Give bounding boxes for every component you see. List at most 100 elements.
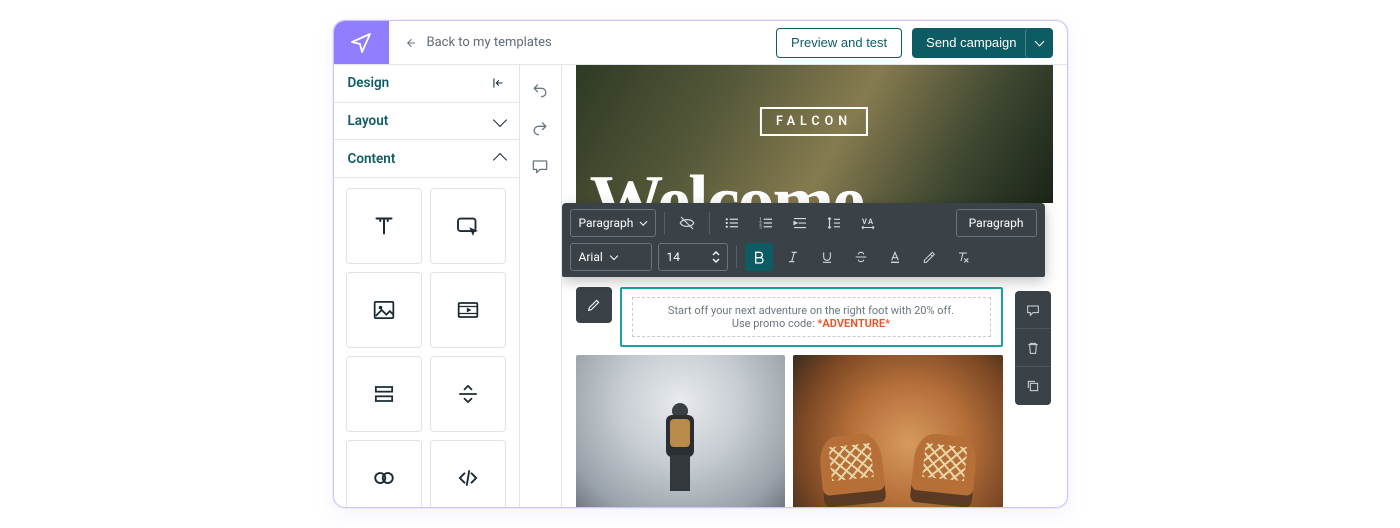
app-frame: Back to my templates Preview and test Se… [333,20,1068,508]
app-logo[interactable] [334,21,389,64]
text-color-button[interactable] [881,243,909,271]
panel-content[interactable]: Content [334,140,519,178]
indent-icon [791,214,809,232]
image-left[interactable] [576,355,786,507]
promo-code: *ADVENTURE* [817,317,890,330]
block-comment-button[interactable] [1015,291,1051,329]
content-blocks-grid [334,178,519,507]
block-spacer[interactable] [346,356,422,432]
top-header: Back to my templates Preview and test Se… [334,21,1067,65]
select-value: Arial [579,250,603,264]
comments-button[interactable] [525,151,555,181]
image-row [576,355,1003,507]
list-ol-icon: 123 [757,214,775,232]
send-icon [349,31,373,55]
svg-text:A: A [868,217,874,226]
visibility-button[interactable] [673,209,701,237]
edit-block-button[interactable] [576,287,612,323]
letter-spacing-button[interactable]: VA [854,209,882,237]
panel-layout[interactable]: Layout [334,103,519,141]
app-body: Design Layout Content [334,65,1067,507]
spacer-icon [370,380,398,408]
back-label: Back to my templates [427,35,552,50]
boot-illustration [818,432,887,507]
history-column [520,65,562,507]
chevron-down-icon [492,113,506,127]
text-editor-toolbar: Paragraph 123 [562,203,1045,277]
block-social[interactable] [346,440,422,507]
underline-icon [819,249,835,265]
select-value: Paragraph [579,216,634,230]
font-size-value: 14 [667,250,681,264]
numbered-list-button[interactable]: 123 [752,209,780,237]
comment-icon [1025,302,1041,318]
stepper-icon [711,249,721,265]
text-content-block[interactable]: Start off your next adventure on the rig… [620,287,1003,347]
pencil-icon [586,297,602,313]
social-icon [369,463,399,493]
line-height-button[interactable] [820,209,848,237]
bold-icon [751,249,767,265]
divider-icon [454,380,482,408]
block-duplicate-button[interactable] [1015,367,1051,405]
text-line-1: Start off your next adventure on the rig… [643,304,980,317]
text-icon [369,211,399,241]
toolbar-row-1: Paragraph 123 [570,209,1037,237]
line-height-icon [825,214,843,232]
panel-label: Design [348,75,390,91]
separator [664,212,665,234]
bullet-list-button[interactable] [718,209,746,237]
italic-icon [785,249,801,265]
block-divider[interactable] [430,356,506,432]
underline-button[interactable] [813,243,841,271]
text-color-icon [887,249,903,265]
arrow-left-icon [403,36,417,50]
svg-text:3: 3 [759,224,762,230]
chevron-down-icon [1034,36,1044,46]
panel-design[interactable]: Design [334,65,519,103]
send-campaign-button[interactable]: Send campaign [912,28,1030,58]
comment-icon [530,156,550,176]
image-icon [370,296,398,324]
block-button[interactable] [430,188,506,264]
strikethrough-button[interactable] [847,243,875,271]
email-canvas[interactable]: FALCON Welcome Paragraph [562,65,1067,507]
chevron-up-icon [492,153,506,167]
block-video[interactable] [430,272,506,348]
collapse-left-icon [491,76,505,90]
undo-icon [530,80,550,100]
hero-section[interactable]: FALCON Welcome [576,65,1053,203]
paragraph-style-select[interactable]: Paragraph [570,209,656,237]
copy-icon [1025,378,1041,394]
undo-button[interactable] [525,75,555,105]
text-content[interactable]: Start off your next adventure on the rig… [632,297,991,337]
paragraph-button[interactable]: Paragraph [956,209,1037,237]
clear-format-button[interactable] [949,243,977,271]
highlight-icon [921,249,937,265]
block-delete-button[interactable] [1015,329,1051,367]
preview-test-button[interactable]: Preview and test [776,28,902,58]
block-image[interactable] [346,272,422,348]
font-family-select[interactable]: Arial [570,243,652,271]
highlight-button[interactable] [915,243,943,271]
indent-button[interactable] [786,209,814,237]
sidebar: Design Layout Content [334,65,520,507]
font-size-input[interactable]: 14 [658,243,728,271]
strikethrough-icon [853,249,869,265]
paragraph-btn-label: Paragraph [969,216,1024,230]
block-text[interactable] [346,188,422,264]
image-right[interactable] [793,355,1003,507]
header-actions: Preview and test Send campaign [776,21,1066,64]
italic-button[interactable] [779,243,807,271]
boot-illustration [909,432,978,507]
cursor-click-icon [453,211,483,241]
bold-button[interactable] [745,243,773,271]
trash-icon [1025,340,1041,356]
back-to-templates-link[interactable]: Back to my templates [389,21,777,64]
redo-button[interactable] [525,113,555,143]
send-campaign-dropdown[interactable] [1025,28,1053,58]
panel-label: Layout [348,113,389,129]
selected-text-block: Start off your next adventure on the rig… [576,287,1003,347]
block-html[interactable] [430,440,506,507]
chevron-down-icon [610,251,618,259]
